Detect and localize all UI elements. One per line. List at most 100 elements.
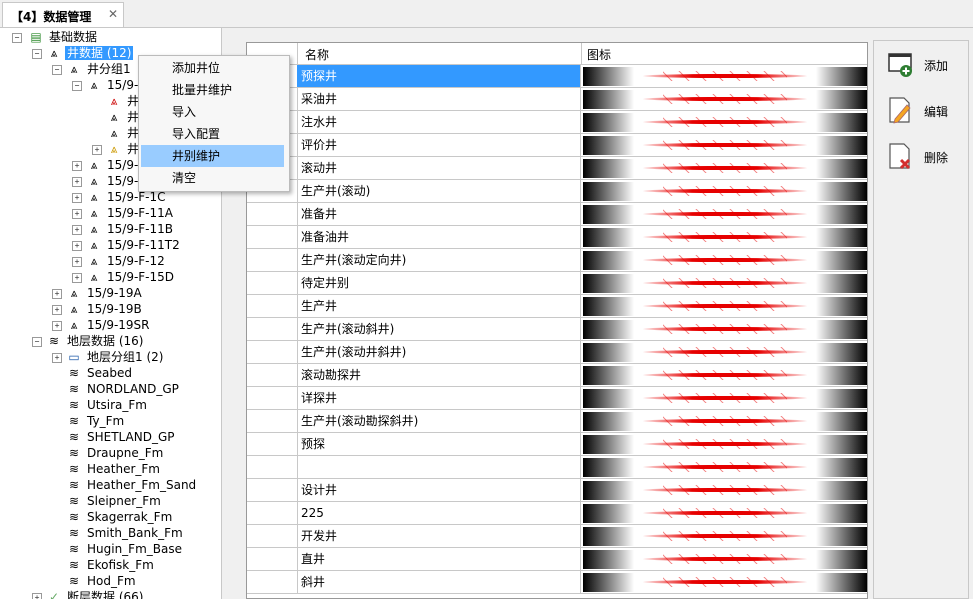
tree-formation-item[interactable]: ≋ Heather_Fm_Sand <box>66 477 198 493</box>
edit-button[interactable]: 编辑 <box>884 95 964 129</box>
tree-formation-item[interactable]: ≋ Smith_Bank_Fm <box>66 525 185 541</box>
expand-icon[interactable]: + <box>52 305 62 315</box>
table-row[interactable]: 开发井 <box>247 525 867 548</box>
tree-formation-item[interactable]: ≋ Skagerrak_Fm <box>66 509 174 525</box>
icon-cell[interactable] <box>581 88 867 110</box>
expand-icon[interactable]: + <box>72 177 82 187</box>
row-header-cell[interactable] <box>247 502 298 524</box>
icon-cell[interactable] <box>581 479 867 501</box>
row-header-cell[interactable] <box>247 456 298 478</box>
tree-well-child[interactable]: ⩓ 井 <box>106 109 141 125</box>
table-row[interactable]: 直井 <box>247 548 867 571</box>
expand-icon[interactable]: + <box>52 321 62 331</box>
table-row[interactable]: 生产井(滚动定向井) <box>247 249 867 272</box>
tree-well-child[interactable]: ⩓ 井 <box>106 93 141 109</box>
icon-cell[interactable] <box>581 203 867 225</box>
icon-cell[interactable] <box>581 387 867 409</box>
tree-formation-item[interactable]: ≋ SHETLAND_GP <box>66 429 176 445</box>
table-row[interactable]: 生产井(滚动斜井) <box>247 318 867 341</box>
name-cell[interactable]: 直井 <box>297 548 581 570</box>
expand-icon[interactable]: + <box>72 241 82 251</box>
expand-icon[interactable]: + <box>72 161 82 171</box>
tree-well-item[interactable]: ⩓ 15/9-F-15D <box>86 269 176 285</box>
row-header-cell[interactable] <box>247 433 298 455</box>
table-row[interactable]: 生产井 <box>247 295 867 318</box>
table-row[interactable]: 生产井(滚动井斜井) <box>247 341 867 364</box>
tree-formation-group[interactable]: ▭ 地层分组1 (2) <box>66 349 165 365</box>
icon-cell[interactable] <box>581 295 867 317</box>
expand-icon[interactable]: + <box>72 209 82 219</box>
row-header-cell[interactable] <box>247 226 298 248</box>
tree-well-child[interactable]: ⩓ 井 <box>106 125 141 141</box>
name-cell[interactable]: 生产井(滚动井斜井) <box>297 341 581 363</box>
tree-well-item[interactable]: ⩓ 15/9-19SR <box>66 317 152 333</box>
tree-formation-item[interactable]: ≋ Heather_Fm <box>66 461 162 477</box>
table-row[interactable]: 生产井(滚动勘探斜井) <box>247 410 867 433</box>
icon-cell[interactable] <box>581 318 867 340</box>
name-cell[interactable]: 预探 <box>297 433 581 455</box>
column-header-icon[interactable]: 图标 <box>587 46 611 63</box>
table-row[interactable]: 滚动井 <box>247 157 867 180</box>
table-row[interactable]: 待定井别 <box>247 272 867 295</box>
row-header-cell[interactable] <box>247 203 298 225</box>
expand-icon[interactable]: + <box>92 145 102 155</box>
row-header-cell[interactable] <box>247 272 298 294</box>
table-row[interactable]: 注水井 <box>247 111 867 134</box>
icon-cell[interactable] <box>581 341 867 363</box>
expand-icon[interactable]: + <box>72 257 82 267</box>
table-row[interactable]: 225 <box>247 502 867 525</box>
name-cell[interactable]: 斜井 <box>297 571 581 593</box>
table-row[interactable]: 预探 <box>247 433 867 456</box>
tree-well-item[interactable]: ⩓ 15/9- <box>86 173 140 189</box>
tree-formation-item[interactable]: ≋ NORDLAND_GP <box>66 381 181 397</box>
name-cell[interactable] <box>297 456 581 478</box>
table-row[interactable]: 采油井 <box>247 88 867 111</box>
collapse-icon[interactable]: − <box>12 33 22 43</box>
name-cell[interactable]: 注水井 <box>297 111 581 133</box>
well-type-grid[interactable]: 名称 图标 预探井 采油井 注水井 评价井 滚动井 生产井(滚动) 准备井 准备油井 生产井(滚… <box>246 42 868 599</box>
row-header-cell[interactable] <box>247 318 298 340</box>
icon-cell[interactable] <box>581 226 867 248</box>
table-row[interactable]: 预探井 <box>247 65 867 88</box>
name-cell[interactable]: 生产井 <box>297 295 581 317</box>
icon-cell[interactable] <box>581 548 867 570</box>
name-cell[interactable]: 设计井 <box>297 479 581 501</box>
expand-icon[interactable]: + <box>72 273 82 283</box>
tree-formation-item[interactable]: ≋ Sleipner_Fm <box>66 493 163 509</box>
delete-button[interactable]: 删除 <box>884 141 964 175</box>
name-cell[interactable]: 滚动井 <box>297 157 581 179</box>
collapse-icon[interactable]: − <box>52 65 62 75</box>
expand-icon[interactable]: + <box>72 225 82 235</box>
row-header-cell[interactable] <box>247 410 298 432</box>
name-cell[interactable]: 生产井(滚动定向井) <box>297 249 581 271</box>
tree-well-item[interactable]: ⩓ 15/9-F-12 <box>86 253 167 269</box>
icon-cell[interactable] <box>581 134 867 156</box>
expand-icon[interactable]: + <box>52 353 62 363</box>
icon-cell[interactable] <box>581 111 867 133</box>
add-button[interactable]: 添加 <box>884 49 964 83</box>
icon-cell[interactable] <box>581 456 867 478</box>
table-row[interactable]: 准备油井 <box>247 226 867 249</box>
tree-faults[interactable]: ✓ 断层数据 (66) <box>46 589 145 599</box>
name-cell[interactable]: 准备油井 <box>297 226 581 248</box>
menu-item-import[interactable]: 导入 <box>141 101 284 123</box>
table-row[interactable]: 设计井 <box>247 479 867 502</box>
icon-cell[interactable] <box>581 157 867 179</box>
name-cell[interactable]: 生产井(滚动斜井) <box>297 318 581 340</box>
row-header-cell[interactable] <box>247 387 298 409</box>
table-row[interactable]: 滚动勘探井 <box>247 364 867 387</box>
tree-formation-item[interactable]: ≋ Ekofisk_Fm <box>66 557 156 573</box>
icon-cell[interactable] <box>581 65 867 87</box>
collapse-icon[interactable]: − <box>32 49 42 59</box>
collapse-icon[interactable]: − <box>32 337 42 347</box>
table-row[interactable]: 评价井 <box>247 134 867 157</box>
tab-data-management[interactable]: 【4】数据管理 ✕ <box>2 2 124 27</box>
name-cell[interactable]: 详探井 <box>297 387 581 409</box>
name-cell[interactable]: 滚动勘探井 <box>297 364 581 386</box>
table-row[interactable]: 准备井 <box>247 203 867 226</box>
expand-icon[interactable]: + <box>52 289 62 299</box>
close-icon[interactable]: ✕ <box>108 7 118 21</box>
row-header-cell[interactable] <box>247 525 298 547</box>
icon-cell[interactable] <box>581 272 867 294</box>
name-cell[interactable]: 待定井别 <box>297 272 581 294</box>
